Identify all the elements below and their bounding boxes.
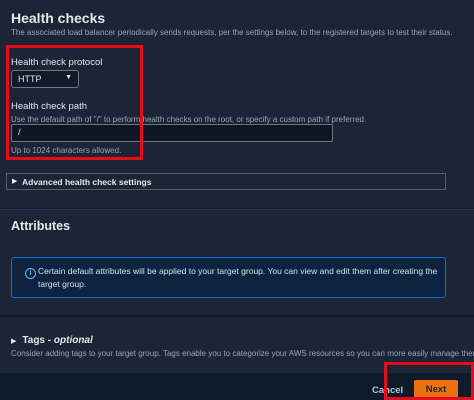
- info-alert-text: Certain default attributes will be appli…: [38, 266, 438, 289]
- health-checks-title: Health checks: [11, 10, 106, 26]
- caret-right-icon: ▶: [12, 178, 18, 185]
- tags-description: Consider adding tags to your target grou…: [11, 349, 474, 358]
- tags-optional: optional: [53, 335, 93, 346]
- highlight-box-health-settings: [6, 45, 143, 160]
- health-checks-description: The associated load balancer periodicall…: [11, 28, 453, 37]
- highlight-box-next: [384, 362, 474, 400]
- advanced-settings-expander[interactable]: ▶ Advanced health check settings: [6, 173, 446, 190]
- tags-title: Tags: [22, 335, 45, 346]
- attributes-panel: Attributes i Certain default attributes …: [0, 210, 474, 315]
- advanced-settings-label: Advanced health check settings: [22, 177, 152, 187]
- tags-separator: -: [45, 335, 54, 346]
- caret-right-icon: ▶: [11, 338, 17, 345]
- info-alert: i Certain default attributes will be app…: [11, 257, 446, 298]
- info-icon: i: [25, 268, 36, 279]
- tags-expander[interactable]: ▶ Tags - optional: [11, 335, 93, 346]
- attributes-title: Attributes: [11, 219, 71, 233]
